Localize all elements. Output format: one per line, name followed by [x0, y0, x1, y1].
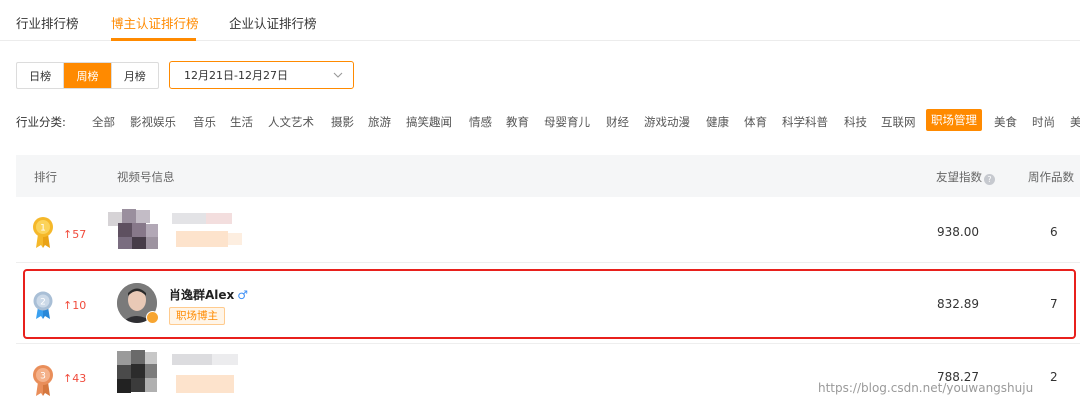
- chevron-down-icon: [333, 72, 343, 78]
- header-works: 周作品数: [1028, 170, 1074, 184]
- works-value: 6: [1050, 225, 1058, 239]
- category-life[interactable]: 生活: [230, 114, 253, 130]
- tab-blogger-ranking[interactable]: 博主认证排行榜: [111, 13, 199, 32]
- weekly-button[interactable]: 周榜: [64, 63, 112, 88]
- category-sports[interactable]: 体育: [744, 114, 767, 130]
- svg-text:3: 3: [40, 372, 46, 382]
- header-rank: 排行: [34, 170, 57, 184]
- trend-value: 57: [72, 228, 87, 241]
- gold-medal-icon: 1: [33, 217, 53, 248]
- category-health[interactable]: 健康: [706, 114, 729, 130]
- category-tech[interactable]: 科技: [844, 114, 867, 130]
- header-index-label: 友望指数: [936, 170, 982, 184]
- table-header: 排行 视频号信息 友望指数? 周作品数: [16, 155, 1080, 197]
- tab-enterprise-ranking[interactable]: 企业认证排行榜: [229, 13, 317, 32]
- category-film[interactable]: 影视娱乐: [130, 114, 176, 130]
- index-value: 938.00: [937, 225, 979, 239]
- period-selector: 日榜 周榜 月榜: [16, 62, 159, 89]
- monthly-button[interactable]: 月榜: [112, 63, 158, 88]
- category-music[interactable]: 音乐: [193, 114, 216, 130]
- trend-value: 43: [72, 372, 87, 385]
- category-all[interactable]: 全部: [92, 114, 115, 130]
- category-travel[interactable]: 旅游: [368, 114, 391, 130]
- category-games[interactable]: 游戏动漫: [644, 114, 690, 130]
- ranking-tabs: 行业排行榜 博主认证排行榜 企业认证排行榜: [0, 0, 1080, 41]
- header-info: 视频号信息: [117, 170, 175, 184]
- category-food[interactable]: 美食: [994, 114, 1017, 130]
- highlight-box: [23, 269, 1076, 339]
- tab-industry-ranking[interactable]: 行业排行榜: [16, 13, 79, 32]
- category-photo[interactable]: 摄影: [331, 114, 354, 130]
- row-divider: [16, 262, 1080, 263]
- trend-up: ↑43: [63, 372, 87, 385]
- category-parenting[interactable]: 母婴育儿: [544, 114, 590, 130]
- category-finance[interactable]: 财经: [606, 114, 629, 130]
- category-label: 行业分类:: [16, 115, 66, 129]
- watermark: https://blog.csdn.net/youwangshuju: [818, 381, 1034, 395]
- date-range-value: 12月21日-12月27日: [184, 69, 288, 82]
- category-workplace[interactable]: 职场管理: [926, 109, 982, 131]
- category-education[interactable]: 教育: [506, 114, 529, 130]
- help-icon[interactable]: ?: [984, 174, 995, 185]
- category-beauty[interactable]: 美: [1070, 114, 1080, 130]
- svg-text:1: 1: [40, 224, 46, 234]
- active-tab-indicator: [111, 38, 196, 41]
- category-fashion[interactable]: 时尚: [1032, 114, 1055, 130]
- category-funny[interactable]: 搞笑趣闻: [406, 114, 452, 130]
- category-arts[interactable]: 人文艺术: [268, 114, 314, 130]
- works-value: 2: [1050, 370, 1058, 384]
- date-range-select[interactable]: 12月21日-12月27日: [169, 61, 354, 89]
- category-emotion[interactable]: 情感: [469, 114, 492, 130]
- header-index: 友望指数?: [936, 169, 995, 185]
- row-divider: [16, 343, 1080, 344]
- bronze-medal-icon: 3: [33, 365, 53, 396]
- category-science[interactable]: 科学科普: [782, 114, 828, 130]
- daily-button[interactable]: 日榜: [17, 63, 65, 88]
- category-internet[interactable]: 互联网: [881, 114, 916, 130]
- trend-up: ↑57: [63, 228, 87, 241]
